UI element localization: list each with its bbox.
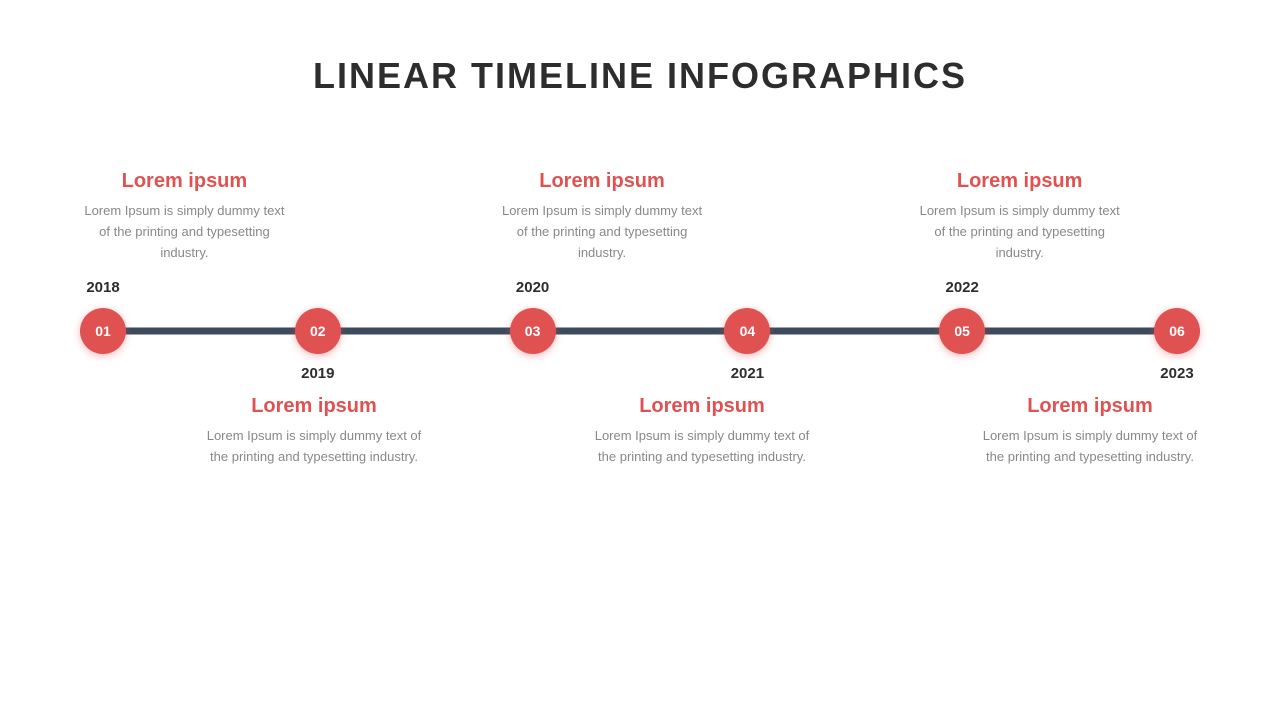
timeline-bar-container: 01 02 03 04 05 06 bbox=[0, 301, 1280, 361]
top-item-1-title: Lorem ipsum bbox=[80, 170, 289, 193]
bottom-item-2-title: Lorem ipsum bbox=[592, 395, 812, 418]
node-03: 03 bbox=[510, 308, 556, 354]
node-04: 04 bbox=[724, 308, 770, 354]
bottom-item-1: Lorem ipsum Lorem Ipsum is simply dummy … bbox=[204, 395, 424, 468]
top-item-2-title: Lorem ipsum bbox=[498, 170, 707, 193]
year-2020: 2020 bbox=[510, 279, 556, 297]
bottom-item-1-title: Lorem ipsum bbox=[204, 395, 424, 418]
top-item-3-title: Lorem ipsum bbox=[915, 170, 1124, 193]
top-spacer-1 bbox=[289, 170, 498, 263]
top-years-row: 2018 - 2020 - 2022 - bbox=[0, 279, 1280, 297]
bottom-spacer-left bbox=[80, 395, 160, 468]
node-05: 05 bbox=[939, 308, 985, 354]
year-2021: 2021 bbox=[724, 365, 770, 383]
node-02: 02 bbox=[295, 308, 341, 354]
top-items-row: Lorem ipsum Lorem Ipsum is simply dummy … bbox=[0, 170, 1280, 263]
top-spacer-2 bbox=[706, 170, 915, 263]
bottom-item-3-text: Lorem Ipsum is simply dummy text of the … bbox=[980, 426, 1200, 468]
top-spacer-3 bbox=[1124, 170, 1200, 263]
top-item-1: Lorem ipsum Lorem Ipsum is simply dummy … bbox=[80, 170, 289, 263]
bottom-item-3-title: Lorem ipsum bbox=[980, 395, 1200, 418]
page-title: LINEAR TIMELINE INFOGRAPHICS bbox=[313, 55, 967, 97]
bottom-item-2: Lorem ipsum Lorem Ipsum is simply dummy … bbox=[592, 395, 812, 468]
node-01: 01 bbox=[80, 308, 126, 354]
bottom-items-row: Lorem ipsum Lorem Ipsum is simply dummy … bbox=[0, 395, 1280, 468]
bottom-item-1-text: Lorem Ipsum is simply dummy text of the … bbox=[204, 426, 424, 468]
year-2022: 2022 bbox=[939, 279, 985, 297]
timeline-wrapper: Lorem ipsum Lorem Ipsum is simply dummy … bbox=[0, 170, 1280, 468]
top-item-3-text: Lorem Ipsum is simply dummy text of the … bbox=[915, 201, 1124, 263]
slide: LINEAR TIMELINE INFOGRAPHICS Lorem ipsum… bbox=[0, 0, 1280, 720]
year-2023: 2023 bbox=[1154, 365, 1200, 383]
bottom-spacer-mid1 bbox=[468, 395, 548, 468]
bottom-item-3: Lorem ipsum Lorem Ipsum is simply dummy … bbox=[980, 395, 1200, 468]
year-2019: 2019 bbox=[295, 365, 341, 383]
year-2018: 2018 bbox=[80, 279, 126, 297]
bottom-item-2-text: Lorem Ipsum is simply dummy text of the … bbox=[592, 426, 812, 468]
top-item-1-text: Lorem Ipsum is simply dummy text of the … bbox=[80, 201, 289, 263]
nodes-row: 01 02 03 04 05 06 bbox=[80, 308, 1200, 354]
top-item-3: Lorem ipsum Lorem Ipsum is simply dummy … bbox=[915, 170, 1124, 263]
top-item-2-text: Lorem Ipsum is simply dummy text of the … bbox=[498, 201, 707, 263]
top-item-2: Lorem ipsum Lorem Ipsum is simply dummy … bbox=[498, 170, 707, 263]
bottom-spacer-mid2 bbox=[856, 395, 936, 468]
bottom-years-row: - 2019 - 2021 - 2023 bbox=[0, 365, 1280, 383]
node-06: 06 bbox=[1154, 308, 1200, 354]
